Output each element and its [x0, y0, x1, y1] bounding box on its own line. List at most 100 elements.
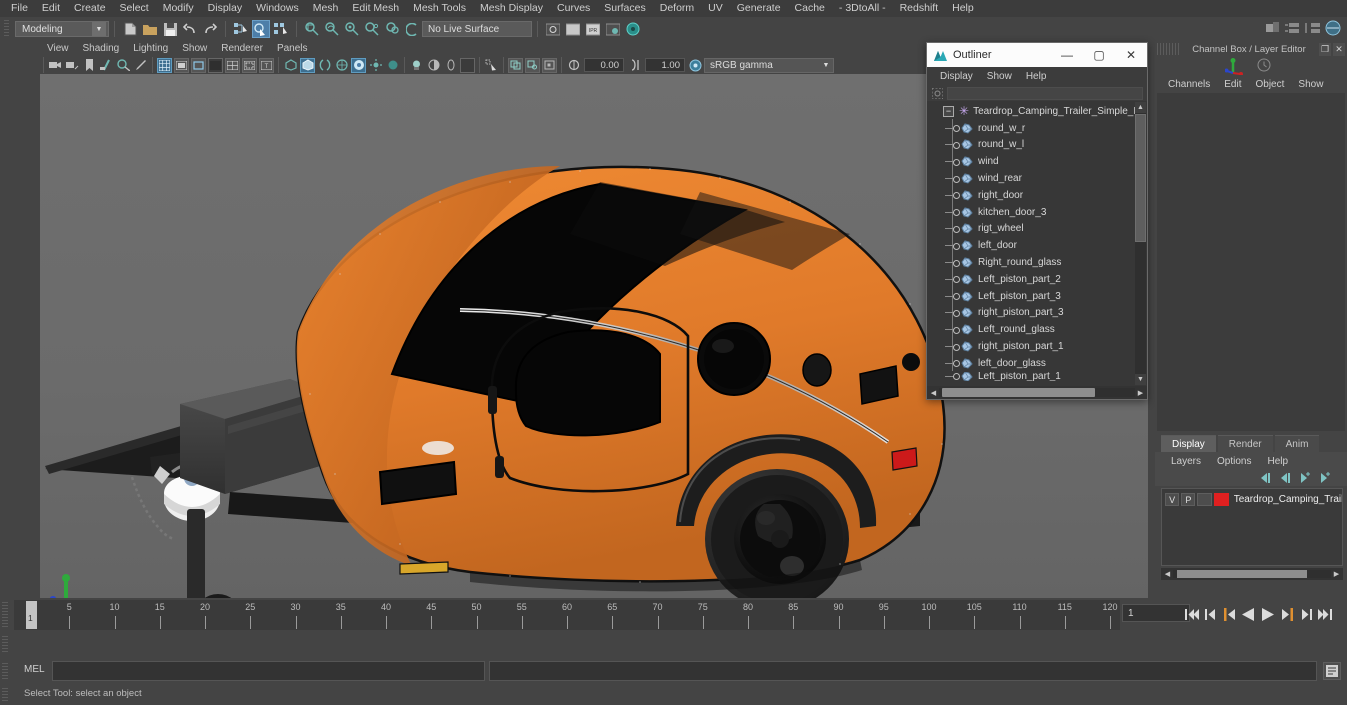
menu-item-edit[interactable]: Edit	[35, 0, 67, 17]
menu-item-mesh[interactable]: Mesh	[306, 0, 346, 17]
scroll-track[interactable]	[1173, 570, 1331, 578]
color-management-dropdown[interactable]: sRGB gamma ▼	[704, 58, 834, 73]
time-slider-track[interactable]: 5101520253035404550556065707580859095100…	[14, 600, 1120, 630]
use-all-lights-icon[interactable]	[368, 58, 383, 73]
grease-pencil-icon[interactable]	[133, 58, 148, 73]
outliner-menu-help[interactable]: Help	[1019, 71, 1054, 82]
scroll-right-arrow-icon[interactable]: ▶	[1331, 569, 1342, 580]
outliner-row-left-door[interactable]: left_door	[927, 237, 1135, 254]
menu-item-redshift[interactable]: Redshift	[893, 0, 946, 17]
resolution-gate-icon[interactable]	[191, 58, 206, 73]
ipr-render-icon[interactable]: IPR	[584, 20, 602, 38]
step-forward-keyframe-icon[interactable]	[1296, 602, 1315, 626]
outliner-row-right-door[interactable]: right_door	[927, 187, 1135, 204]
film-origin-icon[interactable]	[225, 58, 240, 73]
layer-menu-layers[interactable]: Layers	[1163, 456, 1209, 467]
snap-to-projected-center-icon[interactable]	[363, 20, 381, 38]
camera-attributes-icon[interactable]	[65, 58, 80, 73]
render-current-frame-icon[interactable]	[544, 20, 562, 38]
viewport-menu-view[interactable]: View	[40, 41, 76, 56]
make-live-icon[interactable]	[403, 20, 421, 38]
script-editor-icon[interactable]	[1323, 662, 1341, 680]
viewport-menu-show[interactable]: Show	[175, 41, 214, 56]
outliner-row-left-piston-part-1[interactable]: Left_piston_part_1	[927, 372, 1135, 381]
isolate-select-icon[interactable]	[484, 58, 499, 73]
time-slider-grip[interactable]	[2, 602, 8, 628]
go-to-end-icon[interactable]	[1315, 602, 1334, 626]
menu-item-help[interactable]: Help	[945, 0, 981, 17]
menu-item-surfaces[interactable]: Surfaces	[597, 0, 652, 17]
maximize-button[interactable]: ▢	[1083, 43, 1115, 67]
exposure-icon[interactable]	[566, 58, 581, 73]
outliner-search-input[interactable]	[947, 87, 1143, 100]
menu-item-create[interactable]: Create	[67, 0, 113, 17]
command-line-grip[interactable]	[2, 663, 8, 679]
ambient-occlusion-icon[interactable]	[409, 58, 424, 73]
snap-to-grid-icon[interactable]	[303, 20, 321, 38]
outliner-row-kitchen-door-3[interactable]: kitchen_door_3	[927, 204, 1135, 221]
channel-box-menu-channels[interactable]: Channels	[1161, 79, 1217, 90]
play-forwards-icon[interactable]	[1258, 602, 1277, 626]
outliner-menu-display[interactable]: Display	[933, 71, 980, 82]
menu-item-modify[interactable]: Modify	[156, 0, 201, 17]
safe-action-icon[interactable]	[242, 58, 257, 73]
range-slider-grip[interactable]	[2, 636, 8, 654]
save-scene-icon[interactable]	[161, 20, 179, 38]
menu-item-windows[interactable]: Windows	[249, 0, 306, 17]
show-hide-modeling-toolkit-icon[interactable]	[1264, 19, 1282, 37]
scroll-thumb[interactable]	[942, 388, 1095, 397]
tab-anim[interactable]: Anim	[1275, 435, 1320, 452]
motion-blur-icon[interactable]	[426, 58, 441, 73]
channel-box-icon[interactable]	[1304, 19, 1322, 37]
menu-item-select[interactable]: Select	[113, 0, 156, 17]
outliner-row-right-piston-part-3[interactable]: right_piston_part_3	[927, 305, 1135, 322]
grid-icon[interactable]	[157, 58, 172, 73]
channel-box-menu-show[interactable]: Show	[1291, 79, 1330, 90]
menu-item-edit-mesh[interactable]: Edit Mesh	[345, 0, 406, 17]
xray-icon[interactable]	[508, 58, 523, 73]
outliner-row-wind[interactable]: wind	[927, 153, 1135, 170]
command-output-field[interactable]	[489, 661, 1317, 681]
layer-list[interactable]: V P Teardrop_Camping_Traile	[1161, 488, 1343, 566]
minimize-button[interactable]: —	[1051, 43, 1083, 67]
live-surface-field[interactable]: No Live Surface	[422, 21, 532, 37]
search-filter-icon[interactable]	[931, 87, 944, 100]
outliner-row-wind-rear[interactable]: wind_rear	[927, 170, 1135, 187]
panel-grip[interactable]	[1157, 43, 1179, 55]
bookmark-icon[interactable]	[82, 58, 97, 73]
outliner-row-left-door-glass[interactable]: left_door_glass	[927, 355, 1135, 372]
tab-display[interactable]: Display	[1161, 435, 1216, 452]
workspace-mode-dropdown[interactable]: Modeling ▼	[15, 21, 109, 37]
tab-render[interactable]: Render	[1218, 435, 1273, 452]
hypershade-icon[interactable]	[624, 20, 642, 38]
layer-menu-help[interactable]: Help	[1259, 456, 1296, 467]
layer-visibility-toggle[interactable]: V	[1165, 493, 1179, 506]
current-frame-field[interactable]: 1	[1122, 604, 1190, 622]
viewport-menu-renderer[interactable]: Renderer	[214, 41, 270, 56]
depth-of-field-icon[interactable]	[460, 58, 475, 73]
channel-box-attribute-area[interactable]	[1157, 93, 1345, 431]
viewport-menu-panels[interactable]: Panels	[270, 41, 315, 56]
undo-icon[interactable]	[181, 20, 199, 38]
close-button[interactable]: ✕	[1115, 43, 1147, 67]
scroll-down-arrow-icon[interactable]: ▼	[1135, 374, 1146, 385]
outliner-title-bar[interactable]: Outliner — ▢ ✕	[927, 43, 1147, 67]
outliner-row-left-piston-part-2[interactable]: Left_piston_part_2	[927, 271, 1135, 288]
outliner-menu-show[interactable]: Show	[980, 71, 1019, 82]
step-back-keyframe-icon[interactable]	[1201, 602, 1220, 626]
redo-icon[interactable]	[201, 20, 219, 38]
menu-item-cache[interactable]: Cache	[788, 0, 832, 17]
attribute-editor-icon[interactable]	[1284, 19, 1302, 37]
gamma-value-field[interactable]: 1.00	[645, 58, 685, 72]
menu-item-mesh-tools[interactable]: Mesh Tools	[406, 0, 473, 17]
select-by-object-icon[interactable]	[252, 20, 270, 38]
close-button[interactable]: ✕	[1333, 43, 1345, 56]
shadows-icon[interactable]	[385, 58, 400, 73]
film-gate-icon[interactable]	[174, 58, 189, 73]
gate-mask-icon[interactable]	[208, 58, 223, 73]
layer-color-swatch[interactable]	[1214, 493, 1229, 506]
layer-new-icon[interactable]	[1317, 471, 1333, 485]
command-input-field[interactable]	[52, 661, 485, 681]
toolbar-grip[interactable]	[4, 20, 9, 38]
scroll-up-arrow-icon[interactable]: ▲	[1135, 102, 1146, 113]
